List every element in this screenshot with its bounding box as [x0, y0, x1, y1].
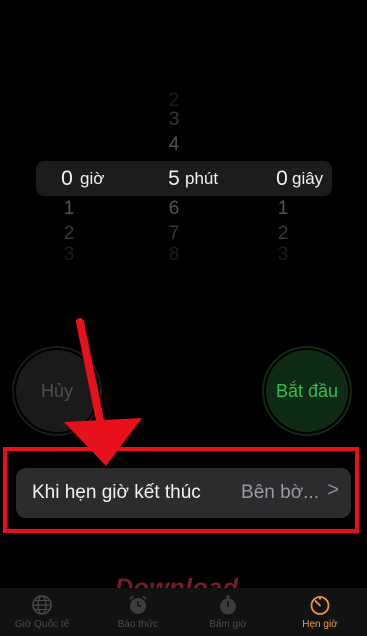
- minutes-selected: 5: [168, 167, 180, 190]
- tab-alarm[interactable]: Báo thức: [98, 588, 178, 636]
- tab-world-clock-label: Giờ Quốc tế: [14, 619, 70, 630]
- annotation-highlight-box: [3, 447, 359, 533]
- tab-stopwatch-label: Bấm giờ: [209, 619, 247, 630]
- minutes-unit-label: phút: [185, 169, 219, 188]
- minutes-below-2: 7: [168, 223, 180, 244]
- minutes-above-2: 3: [168, 109, 180, 130]
- seconds-selected: 0: [276, 167, 288, 190]
- globe-icon: [32, 595, 52, 615]
- tab-stopwatch[interactable]: Bấm giờ: [188, 588, 268, 636]
- stopwatch-icon: [220, 595, 236, 615]
- time-picker[interactable]: 0 giờ 1 2 3 2 3 4 5 phút 6 7 8 0 giây 1 …: [0, 88, 367, 268]
- minutes-below-1: 6: [168, 198, 180, 219]
- tab-alarm-label: Báo thức: [117, 619, 159, 630]
- start-button[interactable]: Bắt đầu: [266, 350, 348, 432]
- hours-below-2: 2: [63, 223, 75, 244]
- alarm-icon: [129, 595, 147, 614]
- seconds-unit-label: giây: [292, 169, 324, 188]
- tab-world-clock[interactable]: Giờ Quốc tế: [2, 588, 82, 636]
- hours-below-1: 1: [63, 198, 75, 219]
- hours-wheel[interactable]: 0 giờ 1 2 3: [56, 88, 126, 268]
- minutes-above-3: 4: [168, 134, 180, 155]
- hours-below-3: 3: [63, 244, 75, 265]
- tab-timer[interactable]: Hẹn giờ: [280, 588, 360, 636]
- minutes-wheel[interactable]: 2 3 4 5 phút 6 7 8: [163, 88, 243, 268]
- hours-unit-label: giờ: [80, 169, 105, 188]
- minutes-below-3: 8: [168, 244, 180, 265]
- hours-selected: 0: [61, 167, 73, 190]
- seconds-below-1: 1: [277, 198, 289, 219]
- annotation-arrow-icon: [64, 318, 142, 466]
- seconds-wheel[interactable]: 0 giây 1 2 3: [271, 88, 341, 268]
- seconds-below-2: 2: [277, 223, 289, 244]
- tab-timer-label: Hẹn giờ: [302, 619, 338, 630]
- seconds-below-3: 3: [277, 244, 289, 265]
- tab-bar: Giờ Quốc tế Báo thức Bấm giờ Hẹn giờ: [0, 588, 367, 636]
- timer-icon: [310, 596, 330, 615]
